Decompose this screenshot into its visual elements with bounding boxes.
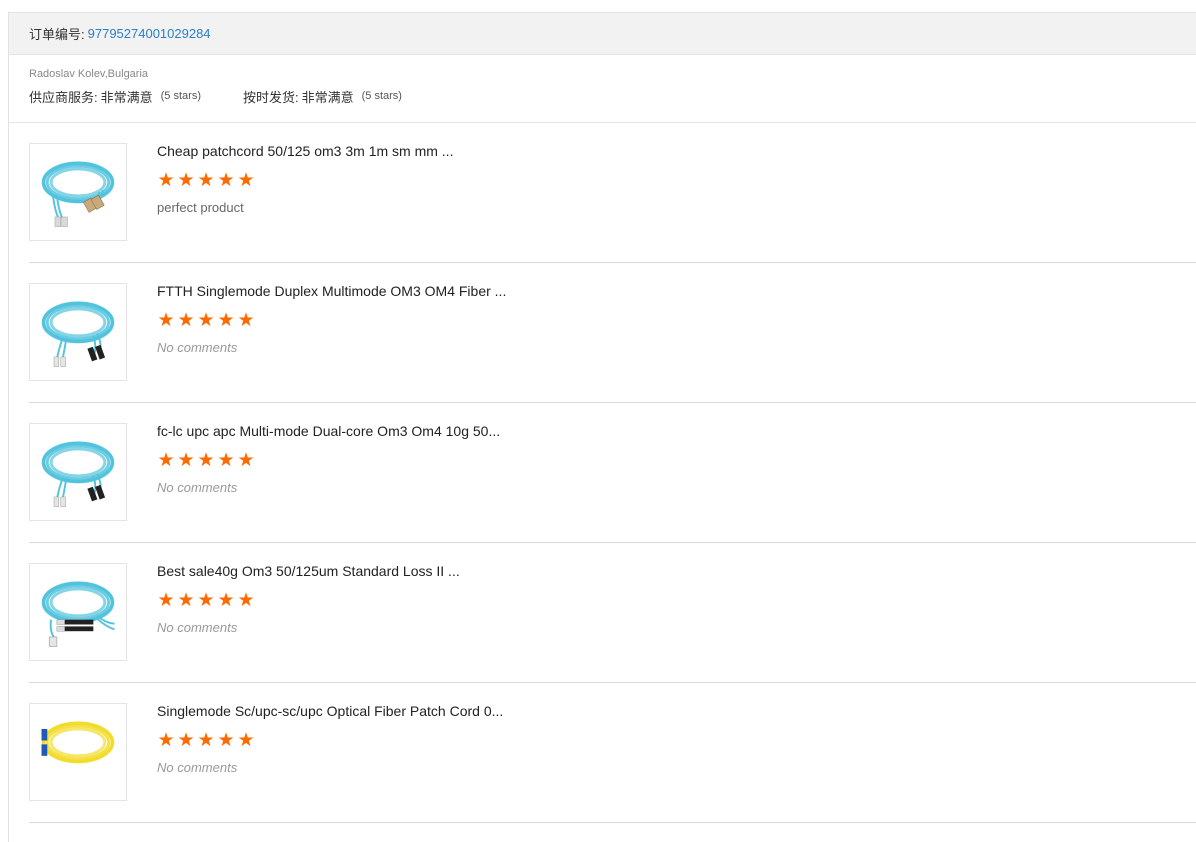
product-star-rating: ★ ★ ★ ★ ★ [157, 310, 255, 331]
rating-label: 供应商服务: [29, 89, 98, 105]
seller-ratings: 供应商服务: 非常满意 (5 stars) 按时发货: 非常满意 (5 star… [29, 87, 1196, 105]
product-star-rating: ★ ★ ★ ★ ★ [157, 170, 255, 191]
star-icon: ★ [197, 450, 215, 471]
star-icon: ★ [217, 310, 235, 331]
review-comment: No comments [157, 340, 238, 355]
star-icon: ★ [197, 170, 215, 191]
review-comment: perfect product [157, 200, 244, 215]
rating-stars-note: (5 stars) [160, 90, 201, 102]
order-number-link[interactable]: 97795274001029284 [88, 26, 211, 41]
aqua-fiber-cable-st-icon [41, 580, 115, 647]
star-icon: ★ [237, 450, 255, 471]
star-icon: ★ [197, 590, 215, 611]
rating-supplier-service: 供应商服务: 非常满意 (5 stars) [29, 87, 201, 106]
feedback-panel: 订单编号: 97795274001029284 Radoslav Kolev,B… [8, 12, 1196, 842]
star-icon: ★ [217, 730, 235, 751]
aqua-fiber-cable-lc-fc-icon [41, 300, 115, 367]
yellow-fiber-cable-sc-icon [41, 720, 115, 764]
star-icon: ★ [177, 590, 195, 611]
product-review-row: FTTH Singlemode Duplex Multimode OM3 OM4… [29, 263, 1196, 403]
star-icon: ★ [217, 170, 235, 191]
product-thumbnail[interactable] [29, 143, 127, 241]
star-icon: ★ [197, 730, 215, 751]
buyer-feedback-summary: Radoslav Kolev,Bulgaria 供应商服务: 非常满意 (5 s… [9, 55, 1196, 123]
product-title-link[interactable]: Singlemode Sc/upc-sc/upc Optical Fiber P… [157, 703, 503, 719]
star-icon: ★ [177, 730, 195, 751]
product-title-link[interactable]: Best sale40g Om3 50/125um Standard Loss … [157, 563, 460, 579]
star-icon: ★ [177, 450, 195, 471]
product-review-row: fc-lc upc apc Multi-mode Dual-core Om3 O… [29, 403, 1196, 543]
review-comment: No comments [157, 480, 238, 495]
star-icon: ★ [217, 450, 235, 471]
aqua-fiber-cable-lc-fc-icon [41, 440, 115, 507]
star-icon: ★ [237, 310, 255, 331]
product-thumbnail[interactable] [29, 423, 127, 521]
product-title-link[interactable]: fc-lc upc apc Multi-mode Dual-core Om3 O… [157, 423, 500, 439]
star-icon: ★ [197, 310, 215, 331]
rating-stars-note: (5 stars) [361, 90, 402, 102]
star-icon: ★ [177, 170, 195, 191]
rating-value: 非常满意 [301, 89, 354, 105]
product-thumbnail[interactable] [29, 563, 127, 661]
star-icon: ★ [237, 730, 255, 751]
product-review-list: Cheap patchcord 50/125 om3 3m 1m sm mm .… [9, 123, 1196, 823]
star-icon: ★ [157, 170, 175, 191]
rating-on-time-shipping: 按时发货: 非常满意 (5 stars) [243, 87, 402, 106]
star-icon: ★ [237, 590, 255, 611]
product-review-row: Singlemode Sc/upc-sc/upc Optical Fiber P… [29, 683, 1196, 823]
order-number-label: 订单编号: [29, 27, 85, 42]
rating-value: 非常满意 [100, 89, 153, 105]
star-icon: ★ [157, 730, 175, 751]
star-icon: ★ [177, 310, 195, 331]
review-comment: No comments [157, 760, 238, 775]
buyer-name: Radoslav Kolev,Bulgaria [29, 68, 149, 80]
product-title-link[interactable]: FTTH Singlemode Duplex Multimode OM3 OM4… [157, 283, 506, 299]
product-star-rating: ★ ★ ★ ★ ★ [157, 450, 255, 471]
product-thumbnail[interactable] [29, 283, 127, 381]
product-title-link[interactable]: Cheap patchcord 50/125 om3 3m 1m sm mm .… [157, 143, 453, 159]
rating-label: 按时发货: [242, 89, 299, 105]
star-icon: ★ [157, 590, 175, 611]
product-star-rating: ★ ★ ★ ★ ★ [157, 590, 255, 611]
star-icon: ★ [217, 590, 235, 611]
order-bar: 订单编号: 97795274001029284 [9, 13, 1196, 55]
star-icon: ★ [237, 170, 255, 191]
star-icon: ★ [157, 310, 175, 331]
review-comment: No comments [157, 620, 238, 635]
product-review-row: Cheap patchcord 50/125 om3 3m 1m sm mm .… [29, 123, 1196, 263]
product-thumbnail[interactable] [29, 703, 127, 801]
product-review-row: Best sale40g Om3 50/125um Standard Loss … [29, 543, 1196, 683]
aqua-fiber-cable-sc-icon [41, 160, 115, 227]
star-icon: ★ [157, 450, 175, 471]
product-star-rating: ★ ★ ★ ★ ★ [157, 730, 255, 751]
